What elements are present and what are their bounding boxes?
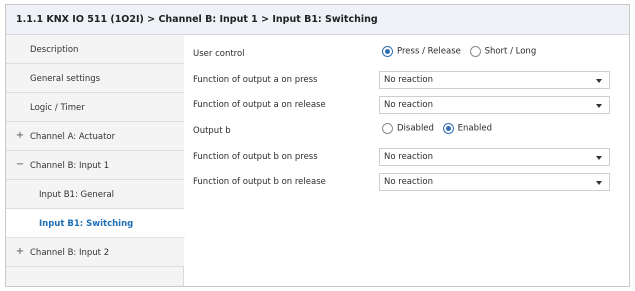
chevron-down-icon[interactable] (596, 156, 602, 160)
sidebar-item-general-settings[interactable]: General settings (6, 64, 184, 93)
param-label: Function of output a on release (193, 100, 326, 110)
output-b-press-select[interactable]: No reaction (379, 148, 610, 166)
param-row-output-b-release: Function of output b on release No react… (185, 171, 629, 193)
param-label: Function of output a on press (193, 75, 318, 85)
radio-label: Enabled (457, 123, 492, 134)
sidebar: Description General settings Logic / Tim… (6, 35, 185, 286)
sidebar-item-label: General settings (30, 74, 101, 84)
chevron-down-icon[interactable] (596, 79, 602, 83)
collapse-icon[interactable]: − (15, 159, 25, 170)
title-bar: 1.1.1 KNX IO 511 (1O2I) > Channel B: Inp… (6, 5, 629, 35)
sidebar-item-label: Description (30, 45, 79, 55)
expand-icon[interactable]: + (15, 130, 25, 141)
sidebar-item-channel-a-actuator[interactable]: + Channel A: Actuator (6, 122, 184, 151)
radio-enabled[interactable]: Enabled (442, 123, 492, 134)
sidebar-item-channel-b-input-1[interactable]: − Channel B: Input 1 (6, 151, 184, 180)
select-value: No reaction (384, 177, 433, 187)
radio-short-long[interactable]: Short / Long (469, 46, 537, 57)
user-control-radio-group: Press / Release Short / Long (382, 46, 542, 62)
param-label: Function of output b on release (193, 177, 326, 187)
sidebar-item-label: Channel B: Input 2 (30, 248, 110, 258)
radio-disabled[interactable]: Disabled (382, 123, 434, 134)
param-label: Output b (193, 126, 231, 136)
radio-label: Short / Long (484, 46, 537, 57)
output-b-radio-group: Disabled Enabled (382, 123, 498, 139)
parameter-window: 1.1.1 KNX IO 511 (1O2I) > Channel B: Inp… (5, 4, 630, 287)
chevron-down-icon[interactable] (596, 181, 602, 185)
param-row-user-control: User control Press / Release Short / Lon… (185, 43, 629, 65)
param-row-output-b: Output b Disabled Enabled (185, 120, 629, 142)
parameter-panel: User control Press / Release Short / Lon… (185, 35, 629, 286)
sidebar-item-label: Input B1: General (39, 190, 115, 200)
radio-unchecked-icon[interactable] (469, 46, 481, 57)
sidebar-item-channel-b-input-2[interactable]: + Channel B: Input 2 (6, 238, 184, 267)
select-value: No reaction (384, 152, 433, 162)
radio-unchecked-icon[interactable] (382, 123, 393, 134)
param-label: Function of output b on press (193, 152, 318, 162)
sidebar-item-input-b1-switching[interactable]: Input B1: Switching (6, 209, 185, 238)
sidebar-item-label: Logic / Timer (30, 103, 85, 113)
sidebar-item-description[interactable]: Description (6, 35, 184, 64)
param-label: User control (193, 49, 245, 59)
radio-checked-icon[interactable] (382, 46, 393, 57)
expand-icon[interactable]: + (15, 246, 25, 257)
param-row-output-b-press: Function of output b on press No reactio… (185, 146, 629, 168)
radio-press-release[interactable]: Press / Release (382, 46, 461, 57)
sidebar-item-label: Channel A: Actuator (30, 132, 116, 142)
sidebar-item-logic-timer[interactable]: Logic / Timer (6, 93, 184, 122)
param-row-output-a-release: Function of output a on release No react… (185, 94, 629, 116)
sidebar-item-input-b1-general[interactable]: Input B1: General (6, 180, 184, 209)
sidebar-item-label: Input B1: Switching (39, 219, 134, 229)
radio-label: Press / Release (397, 46, 461, 57)
radio-label: Disabled (397, 123, 434, 134)
chevron-down-icon[interactable] (596, 104, 602, 108)
select-value: No reaction (384, 100, 433, 110)
breadcrumb: 1.1.1 KNX IO 511 (1O2I) > Channel B: Inp… (16, 14, 378, 25)
param-row-output-a-press: Function of output a on press No reactio… (185, 69, 629, 91)
output-b-release-select[interactable]: No reaction (379, 173, 610, 191)
sidebar-item-label: Channel B: Input 1 (30, 161, 110, 171)
output-a-press-select[interactable]: No reaction (379, 71, 610, 89)
radio-checked-icon[interactable] (442, 123, 454, 134)
output-a-release-select[interactable]: No reaction (379, 96, 610, 114)
select-value: No reaction (384, 75, 433, 85)
